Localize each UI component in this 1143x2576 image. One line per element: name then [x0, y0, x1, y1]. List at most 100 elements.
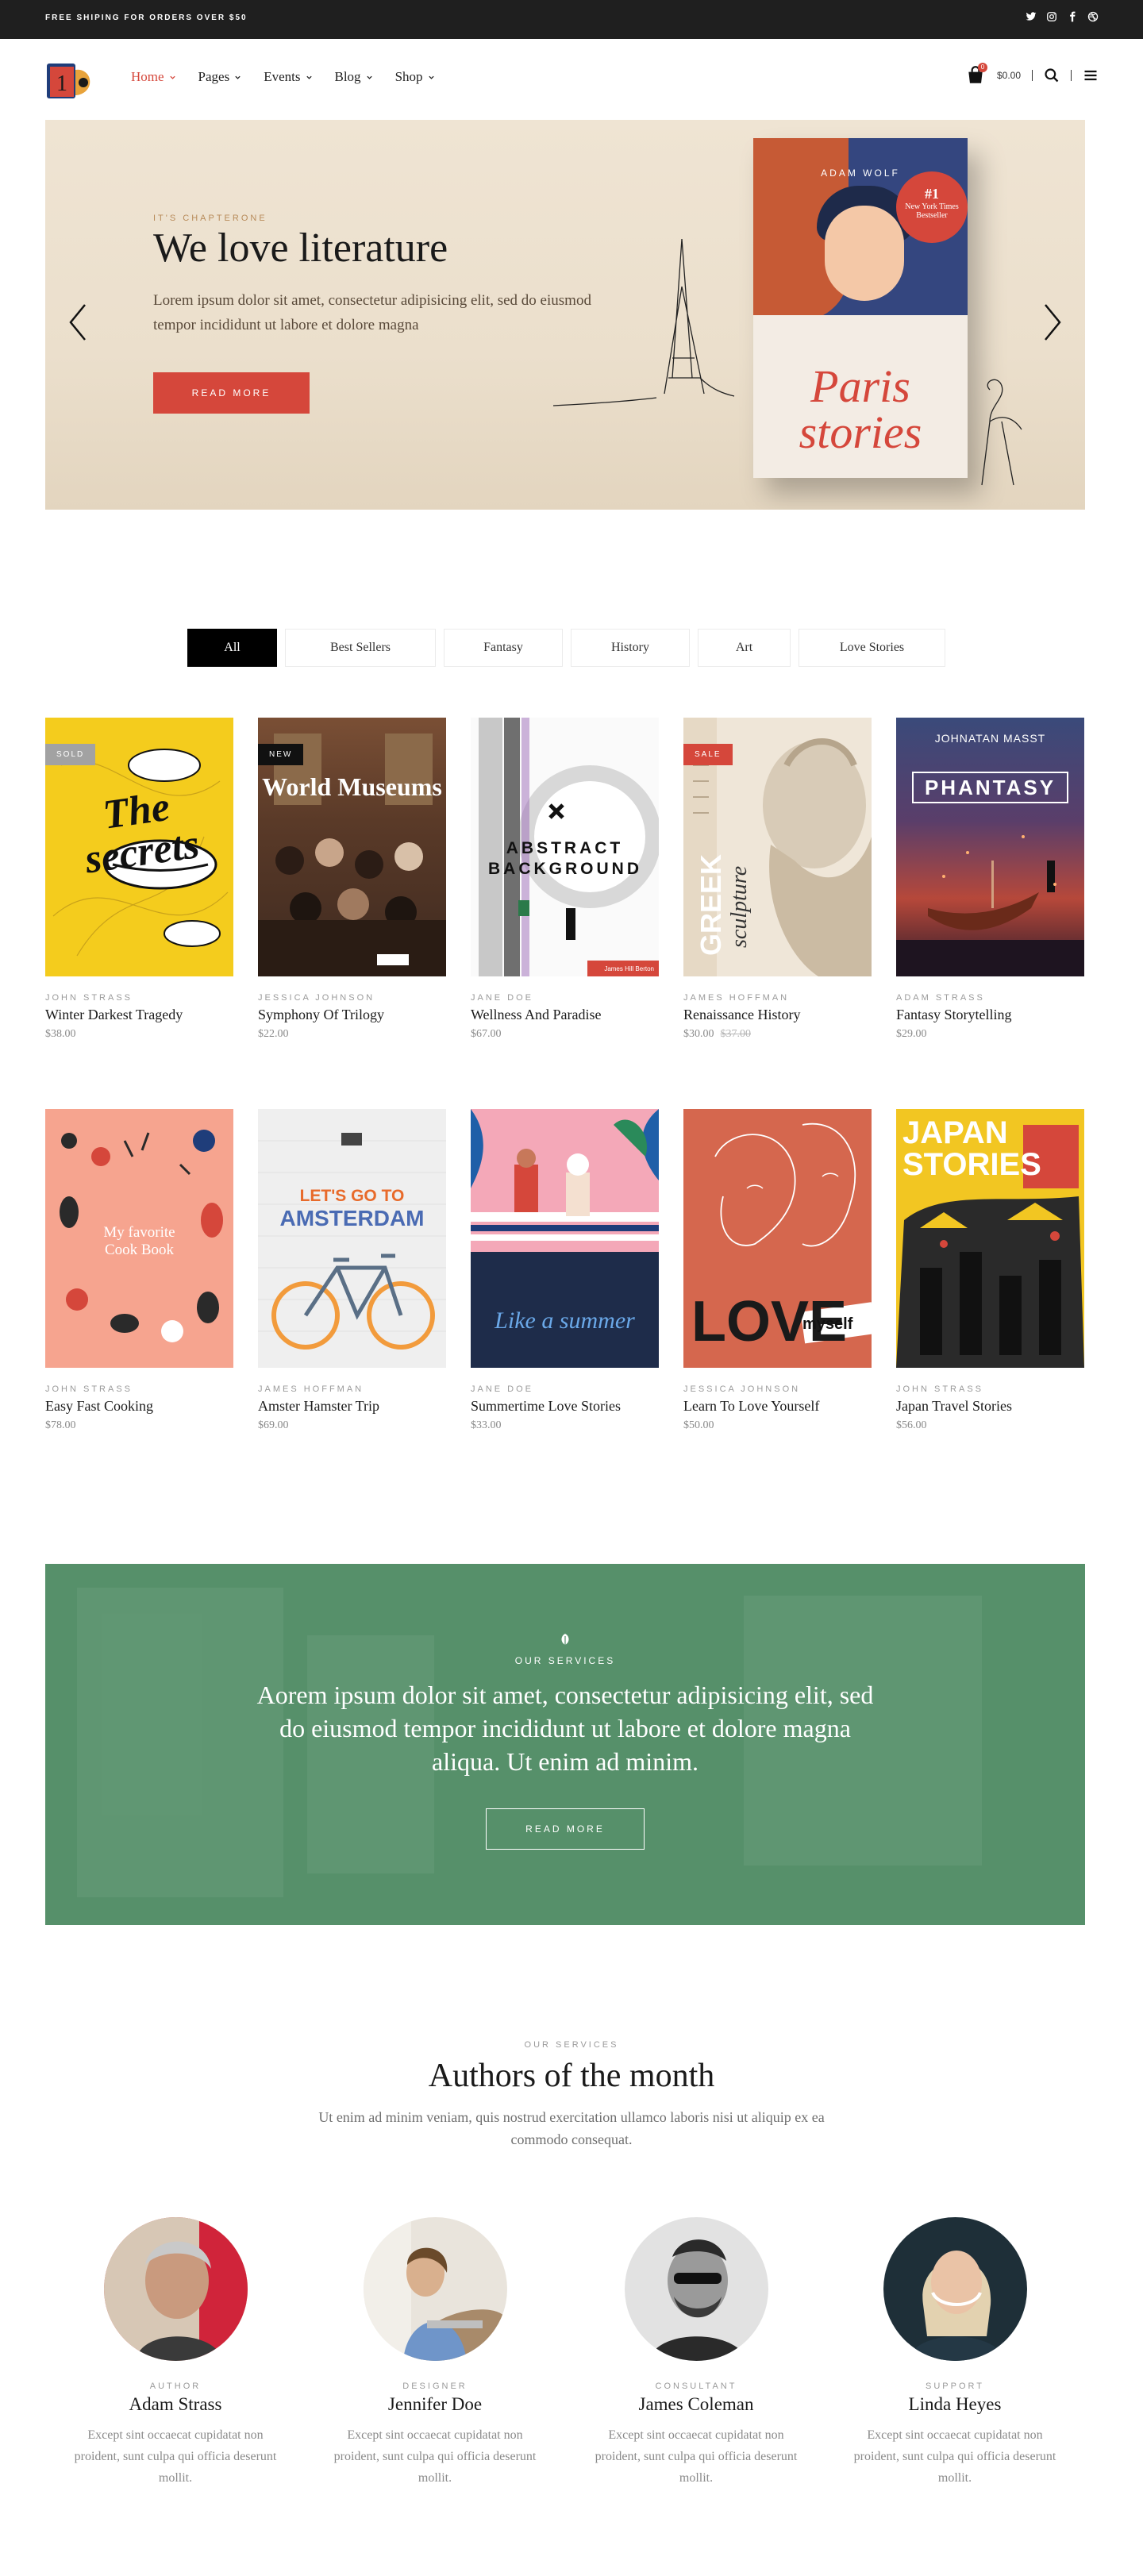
filter-all[interactable]: All — [187, 629, 277, 667]
authors-title: Authors of the month — [428, 2058, 715, 2094]
svg-text:1: 1 — [56, 71, 67, 96]
nav-shop-label: Shop — [394, 69, 423, 84]
bestseller-seal: #1 New York Times Bestseller — [896, 171, 968, 243]
hero-read-more-button[interactable]: READ MORE — [153, 372, 310, 414]
product-cover[interactable]: LET'S GO TO AMSTERDAM — [258, 1109, 446, 1368]
product-card[interactable]: My favorite Cook Book JOHN STRASS Easy F… — [45, 1109, 233, 1432]
search-icon[interactable] — [1044, 67, 1060, 83]
filter-art[interactable]: Art — [698, 629, 791, 667]
product-card[interactable]: SOLD The secrets JOHN STRASS Winter Dark… — [45, 718, 233, 1041]
cart-button[interactable]: 0 — [965, 63, 987, 86]
nav-home[interactable]: Home — [131, 69, 176, 85]
filter-fantasy[interactable]: Fantasy — [444, 629, 563, 667]
product-cover[interactable]: ABSTRACT BACKGROUND James Hill Berton — [471, 718, 659, 976]
product-cover[interactable]: SALE GREEK sculpture — [683, 718, 872, 976]
cover-title: GREEK — [695, 853, 727, 956]
product-card[interactable]: NEW World Museums JESSICA JOHNSON Sympho… — [258, 718, 446, 1041]
chevron-down-icon — [428, 75, 434, 79]
authors-description: Ut enim ad minim veniam, quis nostrud ex… — [318, 2109, 825, 2147]
product-card[interactable]: SALE GREEK sculpture JAMES HOFFMAN Renai… — [683, 718, 872, 1041]
filter-history[interactable]: History — [571, 629, 690, 667]
menu-icon[interactable] — [1083, 67, 1099, 83]
product-card[interactable]: LET'S GO TO AMSTERDAM JAMES HOFFMAN Amst… — [258, 1109, 446, 1432]
chevron-down-icon — [169, 75, 175, 79]
product-name[interactable]: Winter Darkest Tragedy — [45, 1007, 233, 1023]
product-name[interactable]: Amster Hamster Trip — [258, 1398, 446, 1415]
nav-events-label: Events — [264, 69, 301, 84]
dribbble-icon[interactable] — [1087, 11, 1099, 22]
product-name[interactable]: Wellness And Paradise — [471, 1007, 659, 1023]
product-author: JOHN STRASS — [896, 1384, 984, 1394]
product-price: $50.00 — [683, 1419, 714, 1431]
product-cover[interactable]: SOLD The secrets — [45, 718, 233, 976]
avatar[interactable] — [103, 2217, 248, 2361]
avatar[interactable] — [363, 2217, 507, 2361]
product-cover[interactable]: JAPAN STORIES — [896, 1109, 1084, 1368]
nav-home-label: Home — [131, 69, 164, 84]
product-author: JESSICA JOHNSON — [683, 1384, 801, 1394]
author-name[interactable]: James Coleman — [593, 2394, 799, 2415]
site-logo[interactable]: 1 — [45, 60, 94, 100]
product-name[interactable]: Fantasy Storytelling — [896, 1007, 1084, 1023]
avatar[interactable] — [883, 2217, 1027, 2361]
product-card[interactable]: JAPAN STORIES JOHN STRASS Japan Travel S… — [896, 1109, 1084, 1432]
cover-title: JAPAN STORIES — [902, 1115, 1041, 1182]
services-read-more-button[interactable]: READ MORE — [486, 1808, 645, 1850]
prev-arrow-icon[interactable] — [66, 298, 90, 346]
site-header: 1 Home Pages Events Blog Shop 0 $0.00 — [0, 39, 1143, 120]
product-name[interactable]: Learn To Love Yourself — [683, 1398, 872, 1415]
product-card[interactable]: Like a summer JANE DOE Summertime Love S… — [471, 1109, 659, 1432]
product-cover[interactable]: LOVE myself — [683, 1109, 872, 1368]
product-author: JESSICA JOHNSON — [258, 993, 375, 1003]
nav-events[interactable]: Events — [264, 69, 312, 85]
product-price: $38.00 — [45, 1028, 76, 1040]
product-cover[interactable]: NEW World Museums — [258, 718, 446, 976]
category-filter: All Best Sellers Fantasy History Art Lov… — [187, 629, 945, 667]
cover-title: LET'S GO TO — [299, 1187, 405, 1205]
sale-price: $30.00 — [683, 1028, 714, 1040]
nav-pages-label: Pages — [198, 69, 230, 84]
twitter-icon[interactable] — [1026, 11, 1037, 22]
cover-title: PHANTASY — [912, 772, 1068, 803]
couple-drawing — [981, 379, 1022, 486]
nav-blog-label: Blog — [334, 69, 361, 84]
filter-love-stories[interactable]: Love Stories — [799, 629, 945, 667]
author-name[interactable]: Jennifer Doe — [332, 2394, 538, 2415]
avatar[interactable] — [624, 2217, 768, 2361]
product-price: $67.00 — [471, 1028, 502, 1040]
product-name[interactable]: Symphony Of Trilogy — [258, 1007, 446, 1023]
hero-book-title: Paris stories — [799, 360, 922, 458]
facebook-icon[interactable] — [1067, 11, 1078, 22]
product-name[interactable]: Summertime Love Stories — [471, 1398, 659, 1415]
product-name[interactable]: Easy Fast Cooking — [45, 1398, 233, 1415]
product-name[interactable]: Japan Travel Stories — [896, 1398, 1084, 1415]
product-author: JANE DOE — [471, 1384, 534, 1394]
nav-blog[interactable]: Blog — [335, 69, 373, 85]
nav-shop[interactable]: Shop — [395, 69, 435, 85]
instagram-icon[interactable] — [1046, 11, 1057, 22]
product-author: JAMES HOFFMAN — [258, 1384, 364, 1394]
product-cover[interactable]: Like a summer — [471, 1109, 659, 1368]
nav-pages[interactable]: Pages — [198, 69, 242, 85]
new-badge: NEW — [258, 744, 304, 765]
product-card[interactable]: ABSTRACT BACKGROUND James Hill Berton JA… — [471, 718, 659, 1041]
product-cover[interactable]: My favorite Cook Book — [45, 1109, 233, 1368]
product-author: JAMES HOFFMAN — [683, 993, 790, 1003]
cover-author: JOHNATAN MASST — [934, 732, 1046, 745]
author-name[interactable]: Adam Strass — [72, 2394, 279, 2415]
product-name[interactable]: Renaissance History — [683, 1007, 872, 1023]
cover-title: ABSTRACT BACKGROUND — [488, 839, 642, 878]
cover-title: World Museums — [262, 772, 442, 801]
leaf-icon — [561, 1634, 569, 1645]
next-arrow-icon[interactable] — [1041, 298, 1064, 346]
product-card[interactable]: LOVE myself JESSICA JOHNSON Learn To Lov… — [683, 1109, 872, 1432]
product-cover[interactable]: JOHNATAN MASST PHANTASY — [896, 718, 1084, 976]
author-name[interactable]: Linda Heyes — [852, 2394, 1058, 2415]
author-card: AUTHOR Adam Strass Except sint occaecat … — [72, 2217, 279, 2489]
cover-subtitle: AMSTERDAM — [279, 1206, 425, 1230]
product-card[interactable]: JOHNATAN MASST PHANTASY ADAM STRASS Fant… — [896, 718, 1084, 1041]
filter-best-sellers[interactable]: Best Sellers — [285, 629, 436, 667]
author-role: DESIGNER — [402, 2382, 468, 2391]
main-nav: Home Pages Events Blog Shop — [131, 69, 435, 85]
shipping-notice: FREE SHIPING FOR ORDERS OVER $50 — [45, 13, 248, 22]
